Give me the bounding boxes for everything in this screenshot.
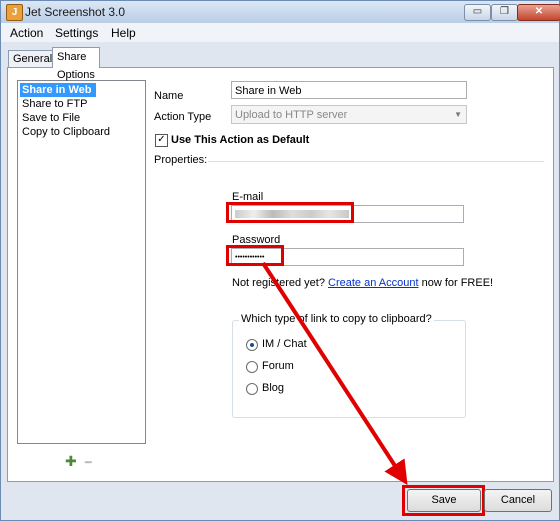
menu-bar: Action Settings Help	[1, 23, 559, 42]
add-action-icon[interactable]: ✚	[65, 453, 77, 470]
radio-blog[interactable]	[246, 383, 258, 395]
list-item[interactable]: Share to FTP	[20, 97, 89, 111]
title-bar: J Jet Screenshot 3.0 ▭ ❐ ✕	[1, 1, 560, 23]
list-item[interactable]: Copy to Clipboard	[20, 125, 112, 139]
properties-label: Properties:	[154, 154, 208, 166]
use-default-checkbox[interactable]: ✓	[155, 134, 168, 147]
tab-general[interactable]: General	[8, 50, 58, 67]
actions-list: Share in Web Share to FTP Save to File C…	[17, 80, 146, 444]
share-options-panel: Share in Web Share to FTP Save to File C…	[7, 67, 554, 482]
action-type-select[interactable]: Upload to HTTP server ▼	[231, 105, 467, 124]
radio-forum[interactable]	[246, 361, 258, 373]
not-registered-prefix: Not registered yet?	[232, 277, 325, 289]
password-highlight	[226, 245, 284, 266]
window-title: Jet Screenshot 3.0	[25, 5, 126, 19]
chevron-down-icon: ▼	[454, 110, 462, 119]
tab-share-options[interactable]: Share Options	[52, 47, 100, 81]
cancel-button[interactable]: Cancel	[484, 489, 552, 512]
app-window: J Jet Screenshot 3.0 ▭ ❐ ✕ Action Settin…	[0, 0, 560, 521]
not-registered-suffix: now for FREE!	[421, 277, 494, 289]
list-item[interactable]: Share in Web	[20, 83, 96, 97]
link-type-group: Which type of link to copy to clipboard?…	[232, 313, 466, 418]
link-type-group-title: Which type of link to copy to clipboard?	[239, 313, 434, 325]
minimize-button[interactable]: ▭	[464, 4, 491, 21]
menu-action[interactable]: Action	[10, 26, 43, 40]
create-account-link[interactable]: Create an Account	[328, 277, 419, 289]
list-item[interactable]: Save to File	[20, 111, 82, 125]
action-type-value: Upload to HTTP server	[235, 109, 348, 121]
save-highlight	[402, 485, 485, 516]
properties-divider	[208, 161, 544, 162]
action-type-label: Action Type	[154, 111, 212, 123]
menu-help[interactable]: Help	[111, 26, 136, 40]
radio-im-chat-label: IM / Chat	[262, 338, 307, 350]
radio-im-chat[interactable]	[246, 339, 258, 351]
radio-blog-label: Blog	[262, 382, 285, 394]
name-label: Name	[154, 90, 184, 102]
radio-forum-label: Forum	[262, 360, 294, 372]
app-icon: J	[6, 4, 23, 21]
not-registered-text: Not registered yet? Create an Account no…	[232, 277, 493, 289]
use-default-label: Use This Action as Default	[171, 134, 310, 146]
name-field[interactable]: Share in Web	[231, 81, 467, 99]
restore-button[interactable]: ❐	[491, 4, 518, 21]
remove-action-icon[interactable]: ━	[85, 456, 92, 469]
email-highlight	[226, 202, 354, 223]
close-button[interactable]: ✕	[517, 4, 560, 21]
menu-settings[interactable]: Settings	[55, 26, 98, 40]
